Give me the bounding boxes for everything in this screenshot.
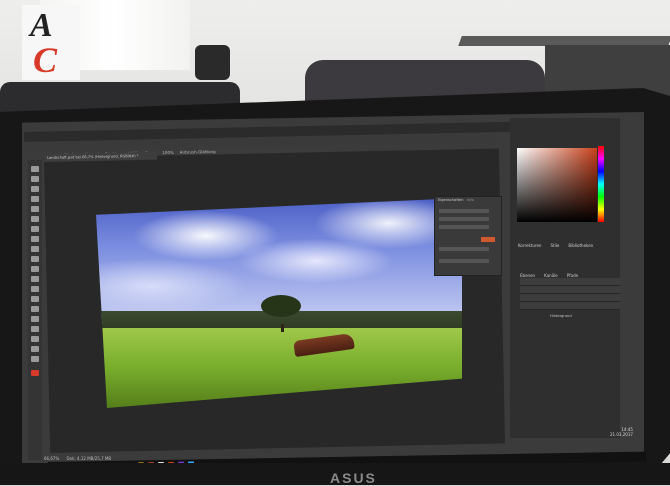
layer-row[interactable]: Hintergrund	[520, 302, 620, 318]
logo-letter-c: C	[33, 40, 58, 80]
hue-slider[interactable]	[598, 146, 604, 222]
photo-tree	[260, 294, 301, 317]
info-tab[interactable]: Info	[467, 198, 474, 202]
gradient-tool-icon[interactable]	[31, 276, 39, 282]
laptop-brand-logo: ASUS	[330, 470, 377, 486]
path-select-tool-icon[interactable]	[31, 326, 39, 332]
pen-tool-icon[interactable]	[31, 306, 39, 312]
hand-tool-icon[interactable]	[31, 346, 39, 352]
marquee-tool-icon[interactable]	[31, 176, 39, 182]
properties-row	[439, 217, 489, 221]
properties-row	[439, 259, 489, 263]
lasso-tool-icon[interactable]	[31, 186, 39, 192]
clock-date: 21.03.2017	[610, 432, 633, 437]
healing-tool-icon[interactable]	[31, 226, 39, 232]
foreground-color-swatch[interactable]	[31, 370, 39, 376]
tab-adjustments[interactable]: Korrekturen	[518, 243, 541, 248]
tools-panel	[28, 160, 42, 460]
zoom-level[interactable]: 66,67%	[44, 456, 59, 461]
move-tool-icon[interactable]	[31, 166, 39, 172]
type-tool-icon[interactable]	[31, 316, 39, 322]
history-brush-tool-icon[interactable]	[31, 256, 39, 262]
color-picker-field[interactable]	[517, 148, 597, 222]
properties-panel: Eigenschaften Info	[434, 196, 502, 276]
shape-tool-icon[interactable]	[31, 336, 39, 342]
layer-row[interactable]: Ebene 1	[520, 294, 620, 310]
eyedropper-tool-icon[interactable]	[31, 216, 39, 222]
layer-row[interactable]: Ebene 2	[520, 286, 620, 302]
layers-list: Ebene 3 Ebene 2 Ebene 1 Hintergrund	[520, 270, 620, 318]
layer-row[interactable]: Ebene 3	[520, 278, 620, 294]
properties-row	[439, 247, 489, 251]
background-chair	[195, 45, 230, 80]
stamp-tool-icon[interactable]	[31, 246, 39, 252]
quick-select-tool-icon[interactable]	[31, 196, 39, 202]
blur-tool-icon[interactable]	[31, 286, 39, 292]
taskbar-clock[interactable]: 14:45 21.03.2017	[610, 427, 633, 437]
photo-tree-trunk	[280, 324, 284, 332]
tab-libraries[interactable]: Bibliotheken	[568, 243, 593, 248]
dodge-tool-icon[interactable]	[31, 296, 39, 302]
properties-color-swatch[interactable]	[481, 237, 495, 242]
layer-name: Hintergrund	[550, 314, 572, 318]
landscape-photo	[96, 198, 462, 408]
site-logo: A C	[22, 5, 80, 80]
eraser-tool-icon[interactable]	[31, 266, 39, 272]
adjustments-panel-tabs: Korrekturen Stile Bibliotheken	[518, 232, 593, 251]
properties-row	[439, 209, 489, 213]
brush-tool-icon[interactable]	[31, 236, 39, 242]
tab-styles[interactable]: Stile	[551, 243, 560, 248]
properties-row	[439, 225, 489, 229]
zoom-tool-icon[interactable]	[31, 356, 39, 362]
properties-tab[interactable]: Eigenschaften	[438, 198, 463, 202]
crop-tool-icon[interactable]	[31, 206, 39, 212]
